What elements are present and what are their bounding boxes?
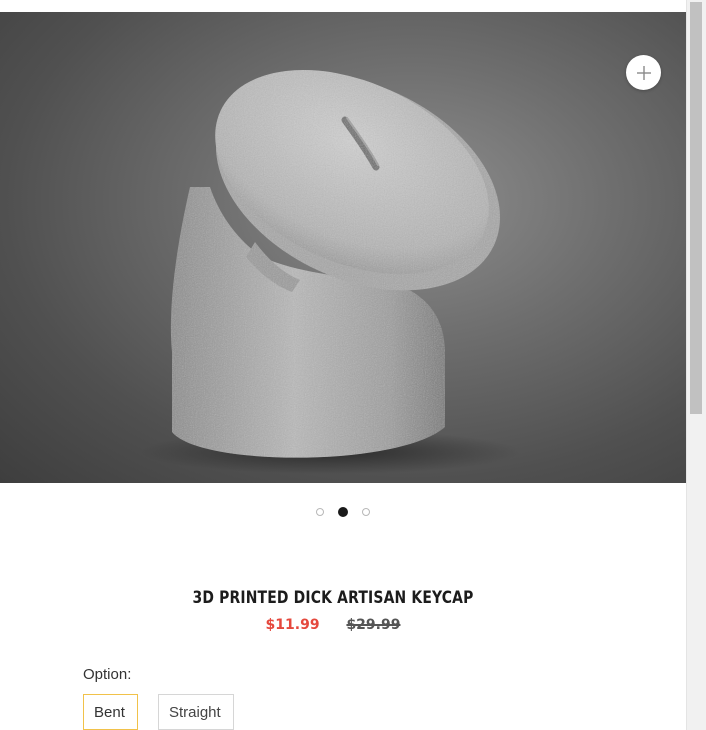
sale-price: $11.99 bbox=[265, 617, 320, 633]
price-row: $11.99 $29.99 bbox=[0, 617, 666, 633]
plus-icon bbox=[636, 65, 651, 80]
gallery-dot-1[interactable] bbox=[316, 508, 324, 516]
top-strip bbox=[0, 0, 686, 12]
product-page: 3D PRINTED DICK ARTISAN KEYCAP $11.99 $2… bbox=[0, 0, 706, 730]
gallery-pagination bbox=[0, 506, 686, 518]
option-label: Option: bbox=[83, 666, 132, 683]
vertical-scrollbar[interactable] bbox=[686, 0, 706, 730]
keycap-photo bbox=[140, 69, 520, 474]
product-title: 3D PRINTED DICK ARTISAN KEYCAP bbox=[192, 588, 474, 608]
option-bent-button[interactable]: Bent bbox=[83, 694, 138, 730]
product-image[interactable] bbox=[0, 12, 686, 483]
gallery-dot-2[interactable] bbox=[338, 507, 348, 517]
gallery-dot-3[interactable] bbox=[362, 508, 370, 516]
zoom-button[interactable] bbox=[626, 55, 661, 90]
option-straight-button[interactable]: Straight bbox=[158, 694, 234, 730]
scrollbar-thumb[interactable] bbox=[690, 2, 702, 414]
compare-at-price: $29.99 bbox=[346, 617, 401, 633]
